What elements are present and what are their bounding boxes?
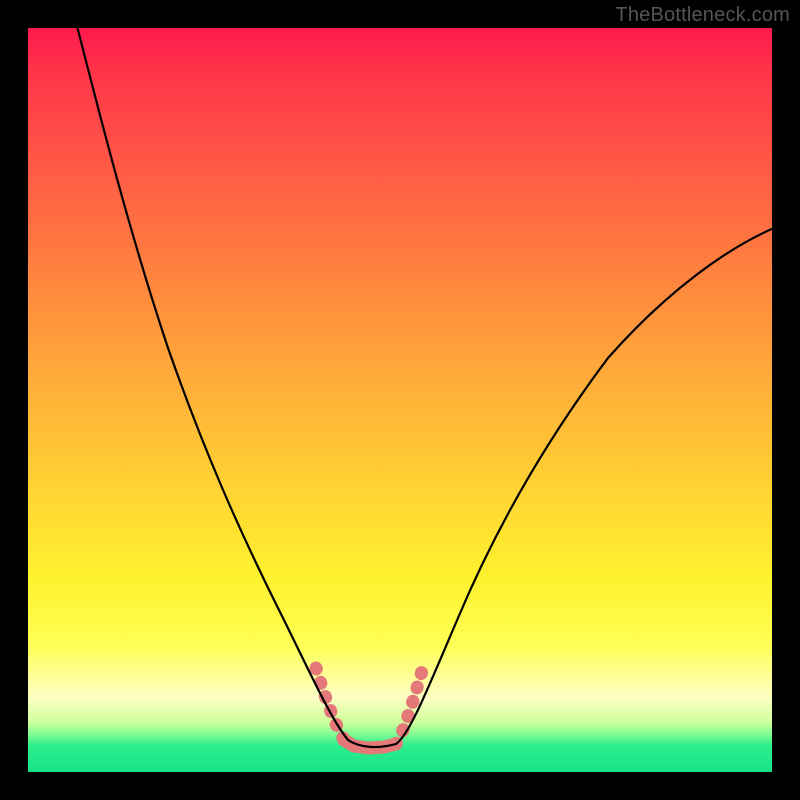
bottleneck-curve [76,22,774,747]
watermark-text: TheBottleneck.com [615,4,790,27]
curve-svg [28,28,772,772]
chart-frame: TheBottleneck.com [0,0,800,800]
plot-area [28,28,772,772]
